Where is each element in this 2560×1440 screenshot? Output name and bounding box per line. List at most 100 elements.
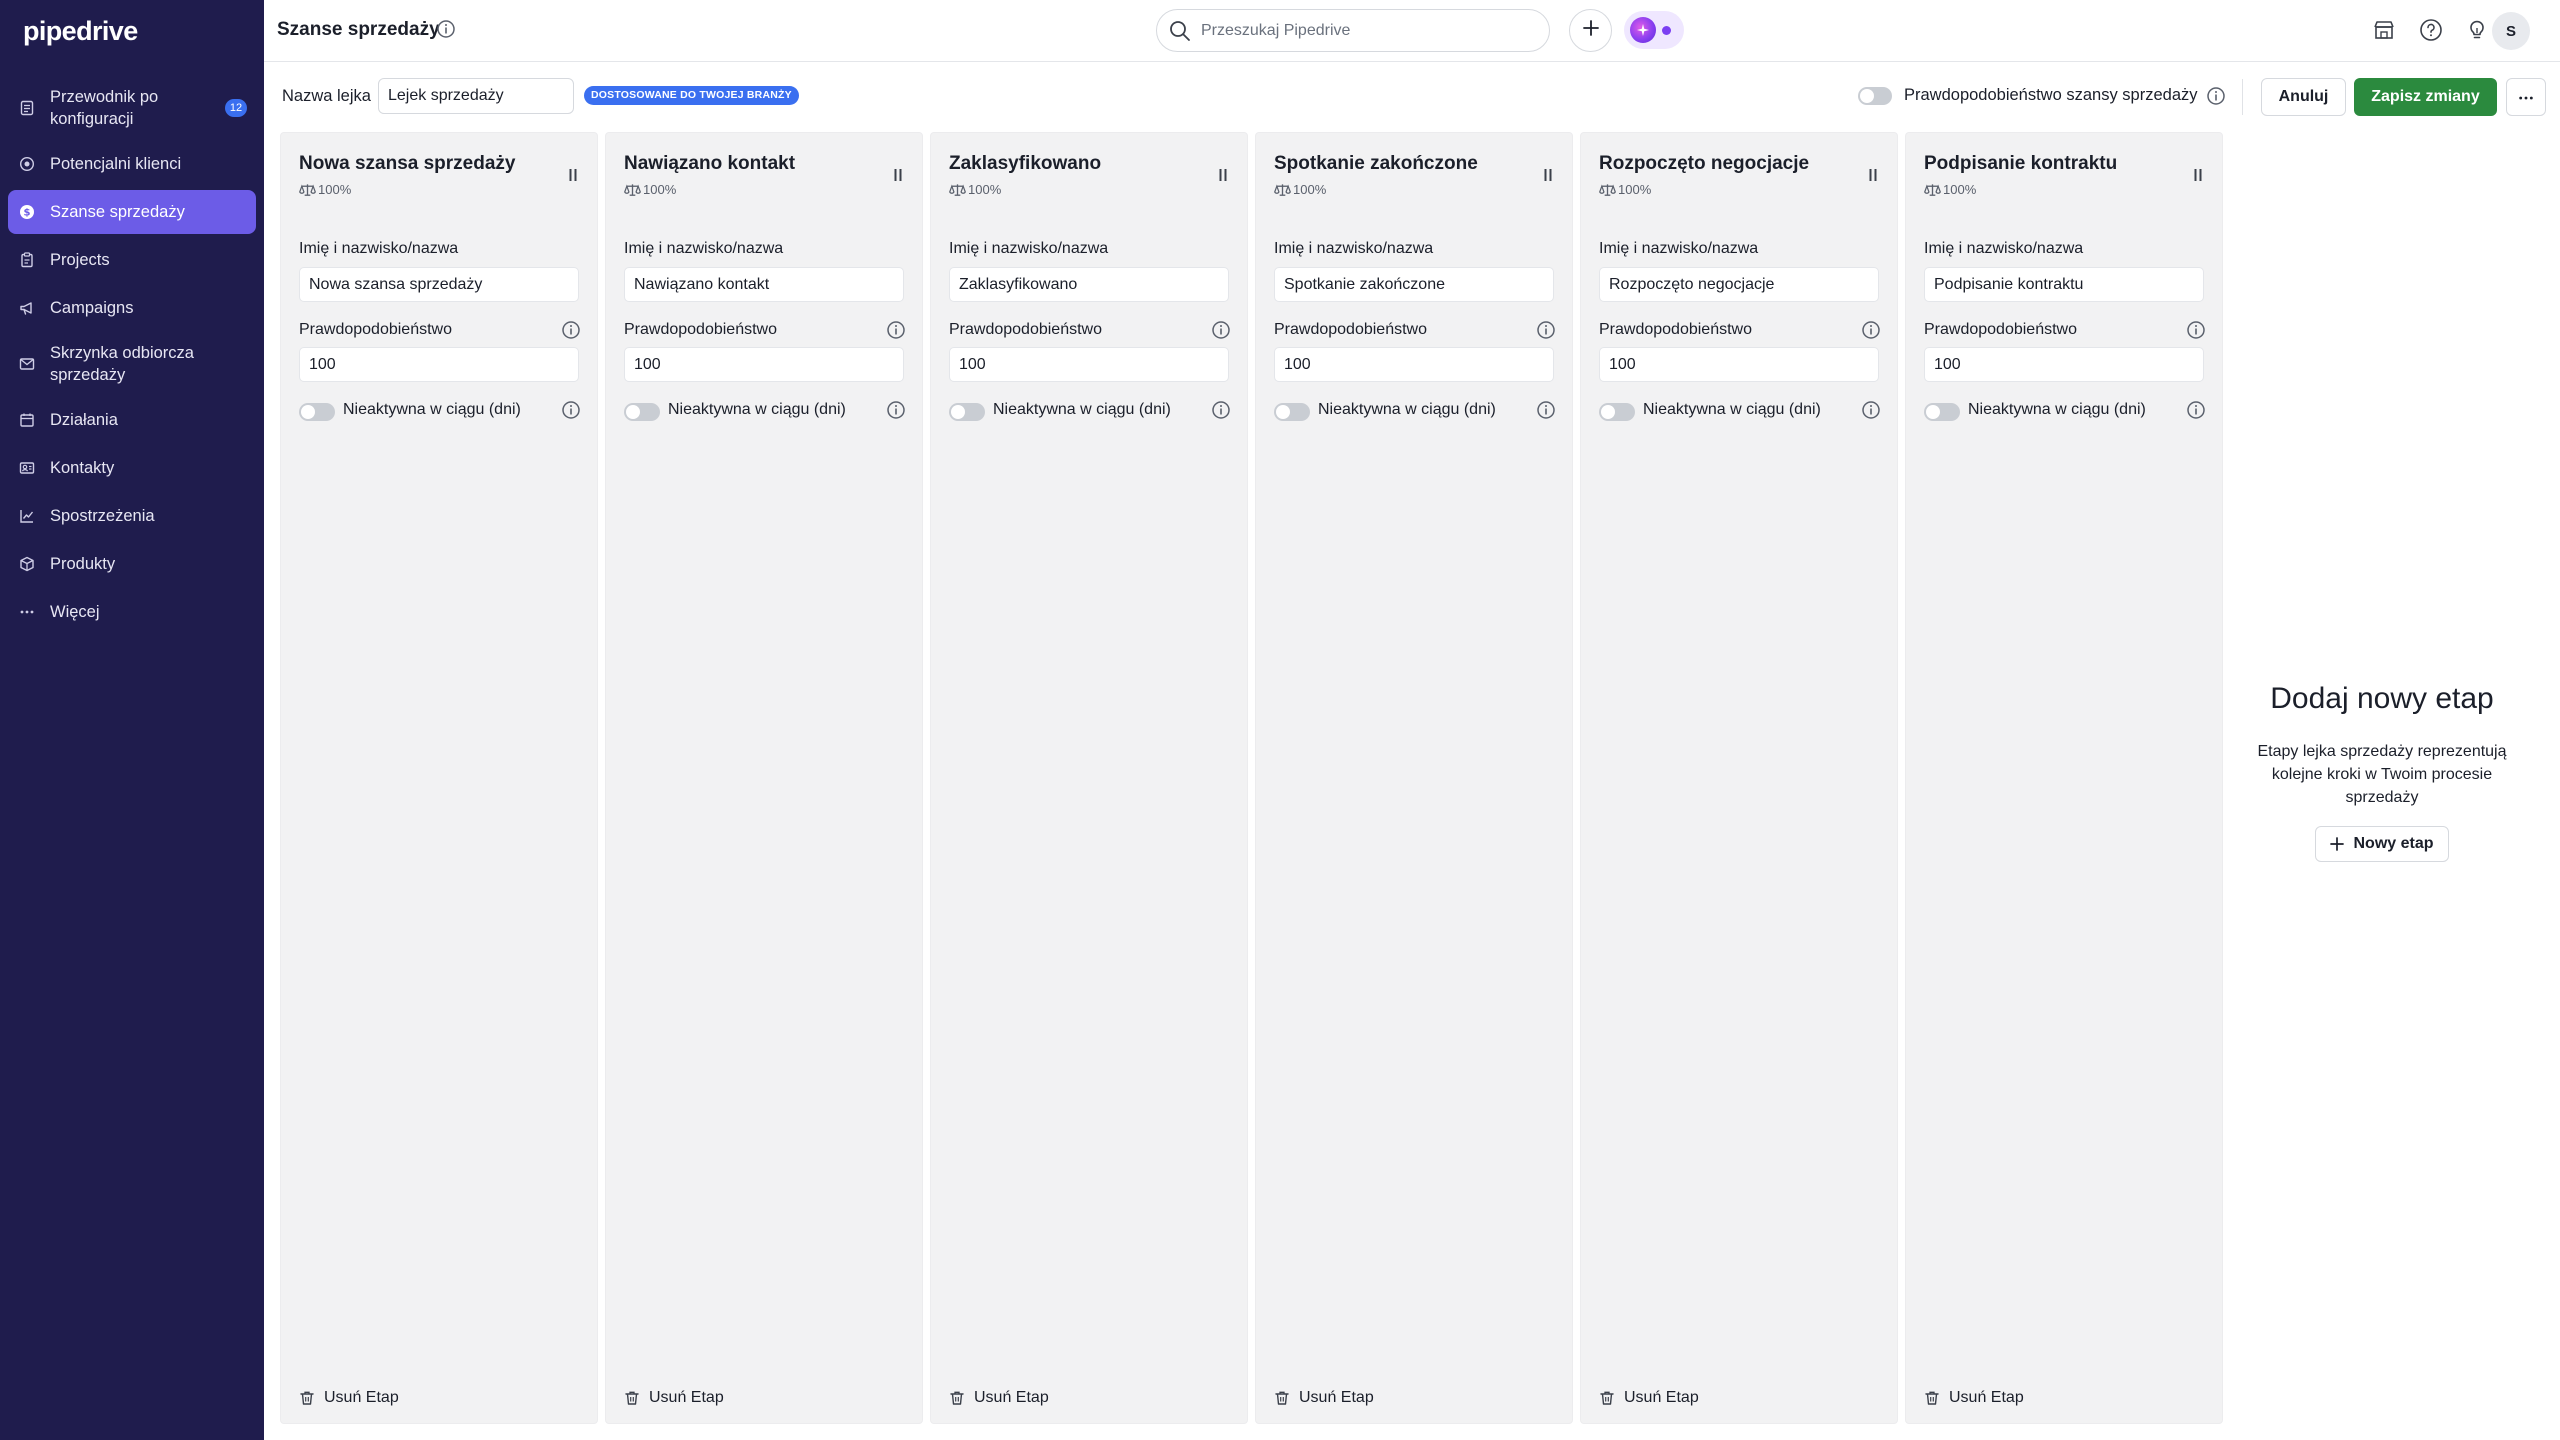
sidebar-item-label: Projects [50, 251, 110, 269]
pipeline-name-input[interactable] [378, 78, 574, 114]
sidebar-item-0[interactable]: Przewodnik po konfiguracji 12 [8, 78, 256, 138]
stage-probability: 100% [949, 182, 1001, 197]
inactive-days-toggle[interactable] [624, 403, 660, 421]
delete-stage-button[interactable]: Usuń Etap [949, 1389, 1049, 1407]
marketplace-icon[interactable] [2370, 16, 2398, 44]
stage-probability-label: Prawdopodobieństwo [1599, 321, 1752, 338]
sidebar-item-1[interactable]: Potencjalni klienci [8, 142, 256, 186]
sidebar-item-3[interactable]: Projects [8, 238, 256, 282]
stage-column: Podpisanie kontraktu 100% Imię i nazwisko/… [1905, 132, 2223, 1424]
sidebar-item-label: Przewodnik po konfiguracji [50, 88, 159, 128]
drag-handle-icon[interactable] [1867, 167, 1879, 183]
inactive-days-toggle[interactable] [1924, 403, 1960, 421]
inactive-days-toggle[interactable] [1274, 403, 1310, 421]
stage-probability-label: Prawdopodobieństwo [949, 321, 1102, 338]
probability-toggle[interactable] [1858, 87, 1892, 105]
delete-stage-button[interactable]: Usuń Etap [1599, 1389, 1699, 1407]
stage-name-label: Imię i nazwisko/nazwa [624, 240, 784, 257]
info-icon[interactable] [1861, 400, 1881, 420]
sidebar-item-4[interactable]: Campaigns [8, 286, 256, 330]
delete-stage-button[interactable]: Usuń Etap [1274, 1389, 1374, 1407]
ai-assistant-button[interactable] [1624, 11, 1684, 49]
stage-title: Nowa szansa sprzedaży [299, 153, 516, 174]
inactive-days-toggle[interactable] [299, 403, 335, 421]
info-icon[interactable] [2206, 86, 2226, 106]
drag-handle-icon[interactable] [2192, 167, 2204, 183]
sidebar-item-10[interactable]: Więcej [8, 590, 256, 634]
user-avatar[interactable]: S [2492, 12, 2530, 50]
delete-stage-button[interactable]: Usuń Etap [624, 1389, 724, 1407]
sidebar-item-label: Produkty [50, 555, 116, 573]
inactive-days-label: Nieaktywna w ciągu (dni) [1643, 401, 1821, 418]
add-stage-title: Dodaj nowy etap [2270, 682, 2494, 715]
drag-handle-icon[interactable] [567, 167, 579, 183]
help-icon[interactable] [2417, 16, 2445, 44]
stage-name-input[interactable] [1274, 267, 1554, 302]
stage-probability-value: 100% [1943, 182, 1977, 197]
more-options-button[interactable] [2506, 78, 2546, 116]
inactive-days-toggle[interactable] [949, 403, 985, 421]
cancel-button[interactable]: Anuluj [2261, 78, 2346, 116]
info-icon[interactable] [886, 320, 906, 340]
quick-add-button[interactable] [1569, 9, 1612, 52]
stage-name-input[interactable] [624, 267, 904, 302]
info-icon[interactable] [1211, 320, 1231, 340]
info-icon[interactable] [1536, 400, 1556, 420]
stage-probability-input[interactable] [949, 347, 1229, 382]
info-icon[interactable] [1536, 320, 1556, 340]
plus-icon [1582, 19, 1600, 42]
save-changes-button[interactable]: Zapisz zmiany [2354, 78, 2497, 116]
sidebar-item-label: Potencjalni klienci [50, 155, 182, 173]
sidebar-item-5[interactable]: Skrzynka odbiorcza sprzedaży [8, 334, 256, 394]
info-icon[interactable] [886, 400, 906, 420]
megaphone-icon [18, 299, 36, 317]
delete-stage-button[interactable]: Usuń Etap [1924, 1389, 2024, 1407]
svg-text:$: $ [24, 208, 31, 219]
pipedrive-logo[interactable]: pipedrive [23, 16, 138, 47]
stage-name-input[interactable] [1924, 267, 2204, 302]
search-input[interactable] [1201, 18, 1531, 44]
stage-title: Zaklasyfikowano [949, 153, 1102, 174]
stage-name-input[interactable] [1599, 267, 1879, 302]
stage-name-input[interactable] [949, 267, 1229, 302]
info-icon[interactable] [1211, 400, 1231, 420]
sidebar-item-6[interactable]: Działania [8, 398, 256, 442]
drag-handle-icon[interactable] [1217, 167, 1229, 183]
stage-column: Rozpoczęto negocjacje 100% Imię i nazwisko… [1580, 132, 1898, 1424]
sidebar-item-2[interactable]: $ Szanse sprzedaży [8, 190, 256, 234]
stage-probability-input[interactable] [1274, 347, 1554, 382]
ai-sparkle-icon [1630, 17, 1656, 43]
pipeline-toolbar: Nazwa lejka DOSTOSOWANE DO TWOJEJ BRANŻY… [264, 62, 2560, 132]
inactive-days-toggle[interactable] [1599, 403, 1635, 421]
sidebar-item-label: Skrzynka odbiorcza sprzedaży [50, 344, 194, 384]
search-box[interactable] [1156, 9, 1550, 52]
drag-handle-icon[interactable] [1542, 167, 1554, 183]
new-stage-button[interactable]: Nowy etap [2315, 826, 2449, 862]
scale-icon [1599, 183, 1616, 197]
stage-column: Zaklasyfikowano 100% Imię i nazwisko/nazwa… [930, 132, 1248, 1424]
info-icon[interactable] [1861, 320, 1881, 340]
tips-lightbulb-icon[interactable] [2463, 16, 2491, 44]
stage-title: Nawiązano kontakt [624, 153, 796, 174]
stage-probability-input[interactable] [624, 347, 904, 382]
sidebar-item-8[interactable]: Spostrzeżenia [8, 494, 256, 538]
search-icon [1169, 20, 1191, 42]
stage-name-label: Imię i nazwisko/nazwa [949, 240, 1109, 257]
stage-name-label: Imię i nazwisko/nazwa [1274, 240, 1434, 257]
stage-probability-input[interactable] [299, 347, 579, 382]
sidebar-item-7[interactable]: Kontakty [8, 446, 256, 490]
info-icon[interactable] [436, 19, 456, 39]
stage-name-label: Imię i nazwisko/nazwa [299, 240, 459, 257]
info-icon[interactable] [2186, 320, 2206, 340]
info-icon[interactable] [2186, 400, 2206, 420]
sidebar-item-9[interactable]: Produkty [8, 542, 256, 586]
stage-probability-input[interactable] [1924, 347, 2204, 382]
drag-handle-icon[interactable] [892, 167, 904, 183]
stage-name-input[interactable] [299, 267, 579, 302]
stage-probability-input[interactable] [1599, 347, 1879, 382]
checklist-icon [18, 99, 36, 117]
delete-stage-button[interactable]: Usuń Etap [299, 1389, 399, 1407]
sidebar-item-label: Campaigns [50, 299, 134, 317]
info-icon[interactable] [561, 400, 581, 420]
info-icon[interactable] [561, 320, 581, 340]
